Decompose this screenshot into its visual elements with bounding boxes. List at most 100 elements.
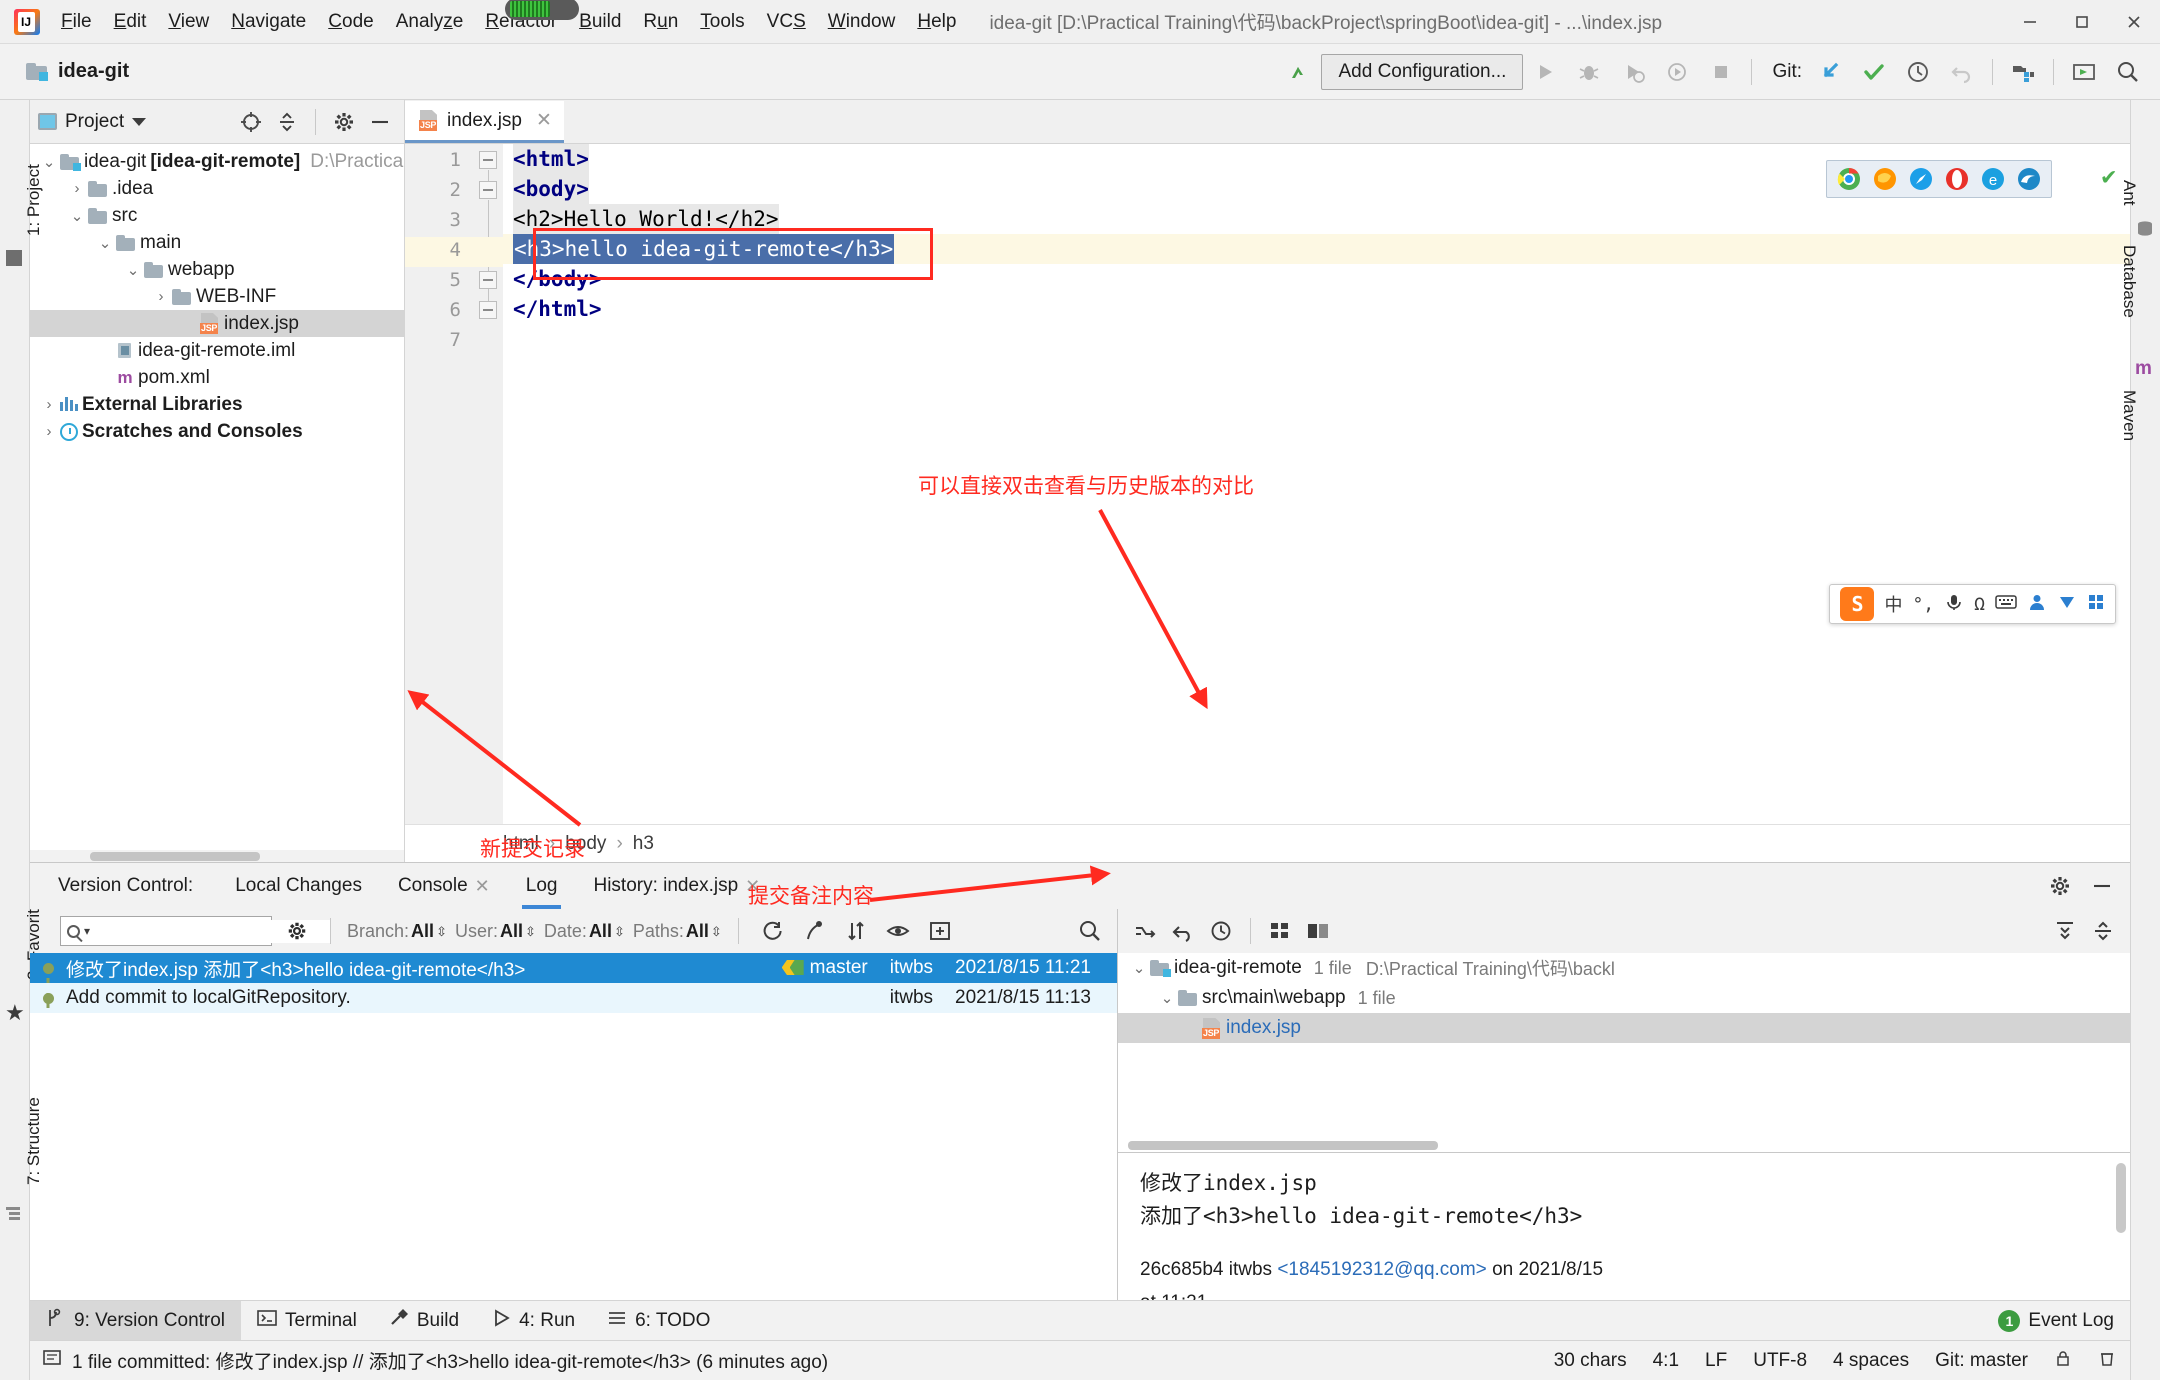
tree-row-pom[interactable]: m pom.xml bbox=[30, 364, 404, 391]
ime-keyboard-icon[interactable] bbox=[1995, 594, 2017, 615]
filter-paths[interactable]: Paths: All ⇳ bbox=[633, 921, 722, 942]
commit-list[interactable]: 修改了index.jsp 添加了<h3>hello idea-git-remot… bbox=[30, 953, 1117, 1300]
tab-local-changes[interactable]: Local Changes bbox=[217, 863, 380, 909]
cherry-pick-icon[interactable] bbox=[1128, 914, 1162, 948]
tree-row-external-libraries[interactable]: › External Libraries bbox=[30, 391, 404, 418]
chrome-icon[interactable] bbox=[1835, 165, 1863, 193]
show-history-icon[interactable] bbox=[1204, 914, 1238, 948]
browser-preview-bar[interactable]: e bbox=[1826, 160, 2052, 198]
fold-marker-icon[interactable] bbox=[479, 301, 497, 319]
collapse-graph-icon[interactable] bbox=[797, 914, 831, 948]
tool-window-version-control[interactable]: 9: Version Control bbox=[30, 1300, 242, 1341]
detail-email[interactable]: <1845192312@qq.com> bbox=[1277, 1259, 1486, 1280]
editor-body[interactable]: 1 2 3 4 5 6 7 4 bbox=[405, 144, 2130, 824]
ime-chinese-mode-icon[interactable]: 中 bbox=[1884, 591, 1902, 617]
chevron-right-icon[interactable]: › bbox=[150, 288, 172, 305]
tree-row-main[interactable]: ⌄ main bbox=[30, 229, 404, 256]
close-icon[interactable]: ✕ bbox=[536, 109, 552, 132]
project-horizontal-scrollbar[interactable] bbox=[30, 850, 404, 862]
hide-panel-icon[interactable] bbox=[364, 106, 396, 138]
tree-row-src[interactable]: ⌄ src bbox=[30, 202, 404, 229]
project-structure-icon[interactable] bbox=[2001, 50, 2045, 94]
code-line-4[interactable]: <h3>hello idea-git-remote</h3> bbox=[503, 234, 2130, 264]
run-icon[interactable] bbox=[1523, 50, 1567, 94]
filter-user[interactable]: User: All ⇳ bbox=[455, 921, 536, 942]
code-line-7[interactable] bbox=[503, 324, 2130, 354]
tab-log[interactable]: Log bbox=[508, 863, 576, 909]
safari-icon[interactable] bbox=[1907, 165, 1935, 193]
minimize-button[interactable] bbox=[2004, 0, 2056, 44]
project-scrollbar-thumb[interactable] bbox=[90, 852, 260, 861]
ime-voice-icon[interactable] bbox=[1944, 592, 1964, 617]
tool-window-terminal[interactable]: Terminal bbox=[241, 1301, 373, 1341]
tool-window-todo[interactable]: 6: TODO bbox=[591, 1301, 726, 1341]
editor-fold-column[interactable] bbox=[473, 144, 503, 824]
code-line-5[interactable]: </body> bbox=[503, 264, 2130, 294]
tree-row-index-jsp[interactable]: JSP index.jsp bbox=[30, 310, 404, 337]
changed-file-row-dir[interactable]: ⌄ src\main\webapp 1 file bbox=[1118, 983, 2130, 1013]
menu-window[interactable]: Window bbox=[817, 5, 907, 39]
status-message-icon[interactable] bbox=[42, 1348, 62, 1374]
chevron-updown-icon[interactable]: ⇳ bbox=[436, 925, 447, 938]
revert-commit-icon[interactable] bbox=[1166, 914, 1200, 948]
tree-row-webapp[interactable]: ⌄ webapp bbox=[30, 256, 404, 283]
detail-scrollbar[interactable] bbox=[2116, 1163, 2126, 1233]
menu-run[interactable]: Run bbox=[632, 5, 689, 39]
gear-icon[interactable] bbox=[328, 106, 360, 138]
git-history-icon[interactable] bbox=[1896, 50, 1940, 94]
tree-row-idea-git[interactable]: ⌄ idea-git [idea-git-remote] D:\Practica… bbox=[30, 148, 404, 175]
open-terminal-icon[interactable] bbox=[2062, 50, 2106, 94]
commit-row-2[interactable]: Add commit to localGitRepository. itwbs … bbox=[30, 983, 1117, 1013]
tree-row-scratches[interactable]: › Scratches and Consoles bbox=[30, 418, 404, 445]
log-search-box[interactable]: ▾ bbox=[60, 916, 331, 946]
chevron-updown-icon[interactable]: ⇳ bbox=[614, 925, 625, 938]
menu-navigate[interactable]: Navigate bbox=[220, 5, 317, 39]
menu-file[interactable]: FFileile bbox=[50, 5, 103, 39]
chevron-right-icon[interactable]: › bbox=[66, 180, 88, 197]
changed-files-tree[interactable]: ⌄ idea-git-remote 1 file D:\Practical Tr… bbox=[1118, 953, 2130, 1153]
changed-files-scrollbar[interactable] bbox=[1128, 1141, 1438, 1150]
menu-help[interactable]: Help bbox=[906, 5, 967, 39]
firefox-icon[interactable] bbox=[1871, 165, 1899, 193]
menu-tools[interactable]: Tools bbox=[689, 5, 755, 39]
menu-code[interactable]: Code bbox=[317, 5, 384, 39]
code-line-6[interactable]: </html> bbox=[503, 294, 2130, 324]
status-line-separator[interactable]: LF bbox=[1705, 1350, 1727, 1372]
debug-icon[interactable] bbox=[1567, 50, 1611, 94]
filter-date[interactable]: Date: All ⇳ bbox=[544, 921, 625, 942]
ime-punctuation-icon[interactable]: °, bbox=[1912, 594, 1934, 615]
chevron-right-icon[interactable]: › bbox=[38, 396, 60, 413]
breadcrumb-h3[interactable]: h3 bbox=[633, 833, 654, 855]
fold-marker-icon[interactable] bbox=[479, 181, 497, 302]
changed-file-row-root[interactable]: ⌄ idea-git-remote 1 file D:\Practical Tr… bbox=[1118, 953, 2130, 983]
make-project-icon[interactable] bbox=[1277, 50, 1321, 94]
tool-window-database[interactable]: Database bbox=[2119, 245, 2139, 318]
git-commit-icon[interactable] bbox=[1852, 50, 1896, 94]
filter-branch[interactable]: Branch: All ⇳ bbox=[347, 921, 447, 942]
maximize-button[interactable] bbox=[2056, 0, 2108, 44]
event-log-button[interactable]: 1 Event Log bbox=[1998, 1309, 2114, 1332]
show-details-icon[interactable] bbox=[881, 914, 915, 948]
menu-analyze[interactable]: Analyze bbox=[385, 5, 475, 39]
trash-icon[interactable] bbox=[2098, 1349, 2116, 1373]
ime-skin-icon[interactable] bbox=[2057, 592, 2077, 617]
lock-icon[interactable] bbox=[2054, 1349, 2072, 1373]
chevron-right-icon[interactable]: › bbox=[38, 423, 60, 440]
collapse-all-icon[interactable] bbox=[2086, 914, 2120, 948]
gear-icon[interactable] bbox=[2044, 870, 2076, 902]
tree-row-idea[interactable]: › .idea bbox=[30, 175, 404, 202]
profiler-icon[interactable] bbox=[1655, 50, 1699, 94]
ie-icon[interactable]: e bbox=[1979, 165, 2007, 193]
chevron-updown-icon[interactable]: ⇳ bbox=[711, 925, 722, 938]
git-update-project-icon[interactable] bbox=[1808, 50, 1852, 94]
editor-code[interactable]: <html> <body> <h2>Hello World!</h2> <h3>… bbox=[503, 144, 2130, 824]
tool-window-structure[interactable]: 7: Structure bbox=[24, 1097, 44, 1185]
tab-console[interactable]: Console ✕ bbox=[380, 863, 508, 909]
hide-panel-icon[interactable] bbox=[2086, 870, 2118, 902]
add-tab-icon[interactable] bbox=[923, 914, 957, 948]
tool-window-project[interactable]: 1: Project bbox=[24, 164, 44, 236]
changed-file-row-index-jsp[interactable]: JSP index.jsp bbox=[1118, 1013, 2130, 1043]
editor-gutter[interactable]: 1 2 3 4 5 6 7 4 bbox=[405, 144, 473, 824]
stop-icon[interactable] bbox=[1699, 50, 1743, 94]
opera-icon[interactable] bbox=[1943, 165, 1971, 193]
